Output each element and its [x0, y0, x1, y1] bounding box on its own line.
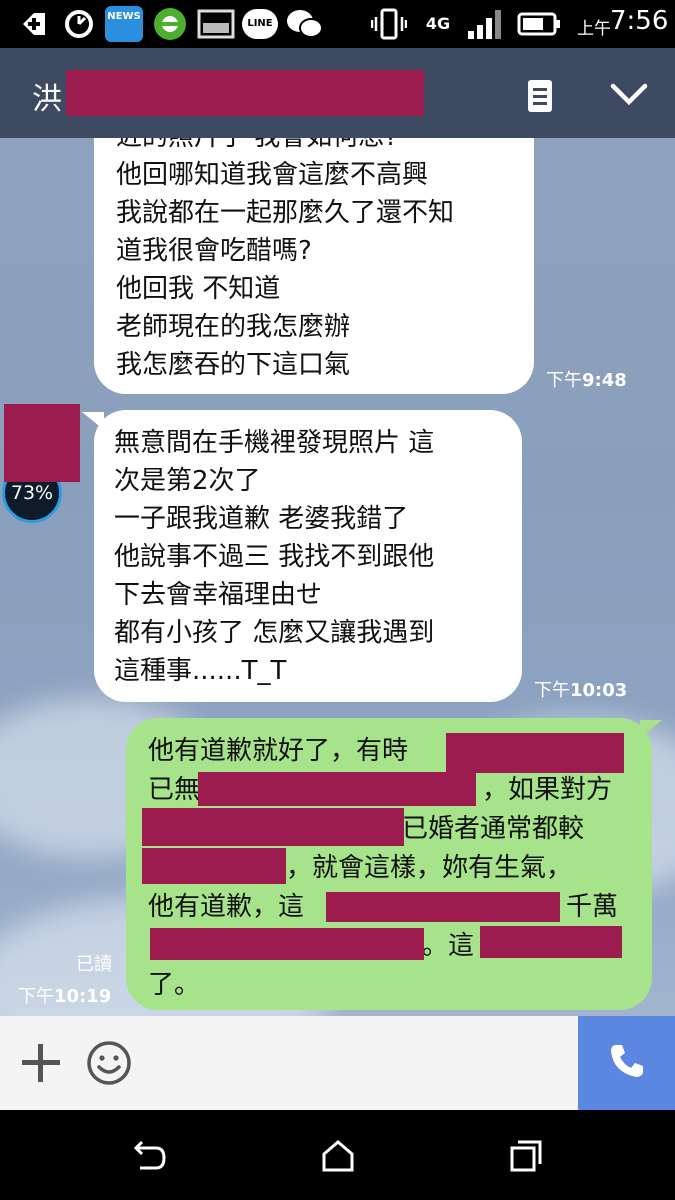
home-icon[interactable]	[320, 1138, 356, 1174]
vibrate-icon	[370, 6, 408, 42]
message-line: 他有道歉，這	[148, 892, 305, 922]
line-app-label: LINE	[242, 9, 278, 39]
message-line: 他說事不過三 我找不到跟他	[114, 542, 435, 572]
input-bar	[0, 1016, 675, 1110]
message-line: 他回我 不知道	[116, 274, 281, 304]
message-bubble-incoming[interactable]: 近的照片了 我會如何想? 他回哪知道我會這麼不高興 我說都在一起那麼久了還不知 …	[94, 138, 534, 394]
message-line: 都有小孩了 怎麼又讓我遇到	[114, 618, 435, 648]
emoji-icon[interactable]	[86, 1040, 132, 1086]
message-line: 一子跟我道歉 老婆我錯了	[114, 504, 409, 534]
message-line: ，如果對方	[482, 775, 613, 805]
status-time-prefix: 上午	[577, 19, 611, 39]
timestamp-prefix: 下午	[534, 680, 570, 701]
back-icon[interactable]	[132, 1138, 168, 1174]
signal-icon	[464, 6, 508, 42]
plus-icon[interactable]	[20, 1042, 62, 1084]
navigation-bar	[0, 1110, 675, 1200]
wechat-icon	[284, 6, 326, 42]
redaction-block	[4, 404, 80, 482]
message-timestamp: 下午10:03	[534, 676, 627, 702]
read-receipt: 已讀	[76, 954, 112, 975]
timestamp-time: 9:48	[582, 370, 627, 391]
notes-icon[interactable]	[520, 76, 560, 116]
message-line: 無意間在手機裡發現照片 這	[114, 428, 435, 458]
call-button[interactable]	[578, 1016, 675, 1110]
message-line: 這種事......T_T	[114, 656, 287, 686]
message-line: 。這	[422, 931, 475, 961]
message-line: 道我很會吃醋嗎?	[116, 236, 312, 266]
chat-header: 洪	[0, 48, 675, 138]
message-line: 我說都在一起那麼久了還不知	[116, 198, 455, 228]
redaction-block	[142, 808, 404, 846]
message-line: 次是第2次了	[114, 466, 261, 496]
avatar-badge: 73%	[10, 482, 54, 504]
redaction-block	[142, 848, 286, 884]
message-line: 老師現在的我怎麼辦	[116, 312, 351, 342]
chat-title[interactable]: 洪	[32, 74, 62, 118]
gallery-icon	[196, 6, 236, 42]
redaction-block	[66, 70, 424, 116]
timestamp-prefix: 下午	[546, 370, 582, 391]
message-bubble-incoming[interactable]: 無意間在手機裡發現照片 這 次是第2次了 一子跟我道歉 老婆我錯了 他說事不過三…	[94, 410, 522, 702]
battery-icon	[516, 6, 562, 42]
recents-icon[interactable]	[508, 1138, 544, 1174]
redaction-block	[326, 892, 560, 922]
redaction-block	[198, 772, 476, 806]
phone-icon	[605, 1039, 649, 1087]
message-timestamp: 下午9:48	[546, 366, 627, 392]
timestamp-time: 10:03	[570, 680, 628, 701]
sync-icon	[60, 6, 98, 42]
news-app-icon: NEWS	[104, 6, 144, 42]
add-icon	[14, 6, 54, 42]
message-line: 已婚者通常都較	[402, 814, 585, 844]
message-line: ，就會這樣，妳有生氣，	[286, 853, 573, 883]
timestamp-prefix: 下午	[18, 986, 54, 1007]
ie-browser-icon	[150, 6, 190, 42]
chat-area[interactable]: 近的照片了 我會如何想? 他回哪知道我會這麼不高興 我說都在一起那麼久了還不知 …	[0, 138, 675, 1016]
network-label: 4G	[425, 14, 451, 33]
message-line: 他回哪知道我會這麼不高興	[116, 160, 429, 190]
message-line: 近的照片了 我會如何想?	[116, 138, 398, 156]
network-4g-icon: 4G	[420, 6, 456, 42]
message-timestamp: 下午10:19	[18, 982, 111, 1008]
message-line: 千萬	[566, 892, 619, 922]
timestamp-time: 10:19	[54, 986, 112, 1007]
status-time: 7:56	[610, 6, 669, 36]
news-app-label: NEWS	[105, 6, 143, 42]
chevron-down-icon[interactable]	[605, 74, 653, 114]
line-app-icon: LINE	[240, 6, 280, 42]
message-line: 下去會幸福理由せ	[114, 580, 323, 610]
status-bar: NEWS LINE 4G 上午 7:56	[0, 0, 675, 48]
message-line: 了。	[148, 970, 201, 1000]
redaction-block	[150, 928, 424, 960]
message-line: 我怎麼吞的下這口氣	[116, 350, 351, 380]
redaction-block	[480, 926, 622, 958]
redaction-block	[446, 733, 624, 773]
message-line: 他有道歉就好了，有時	[148, 736, 409, 766]
message-line: 已無	[148, 775, 201, 805]
